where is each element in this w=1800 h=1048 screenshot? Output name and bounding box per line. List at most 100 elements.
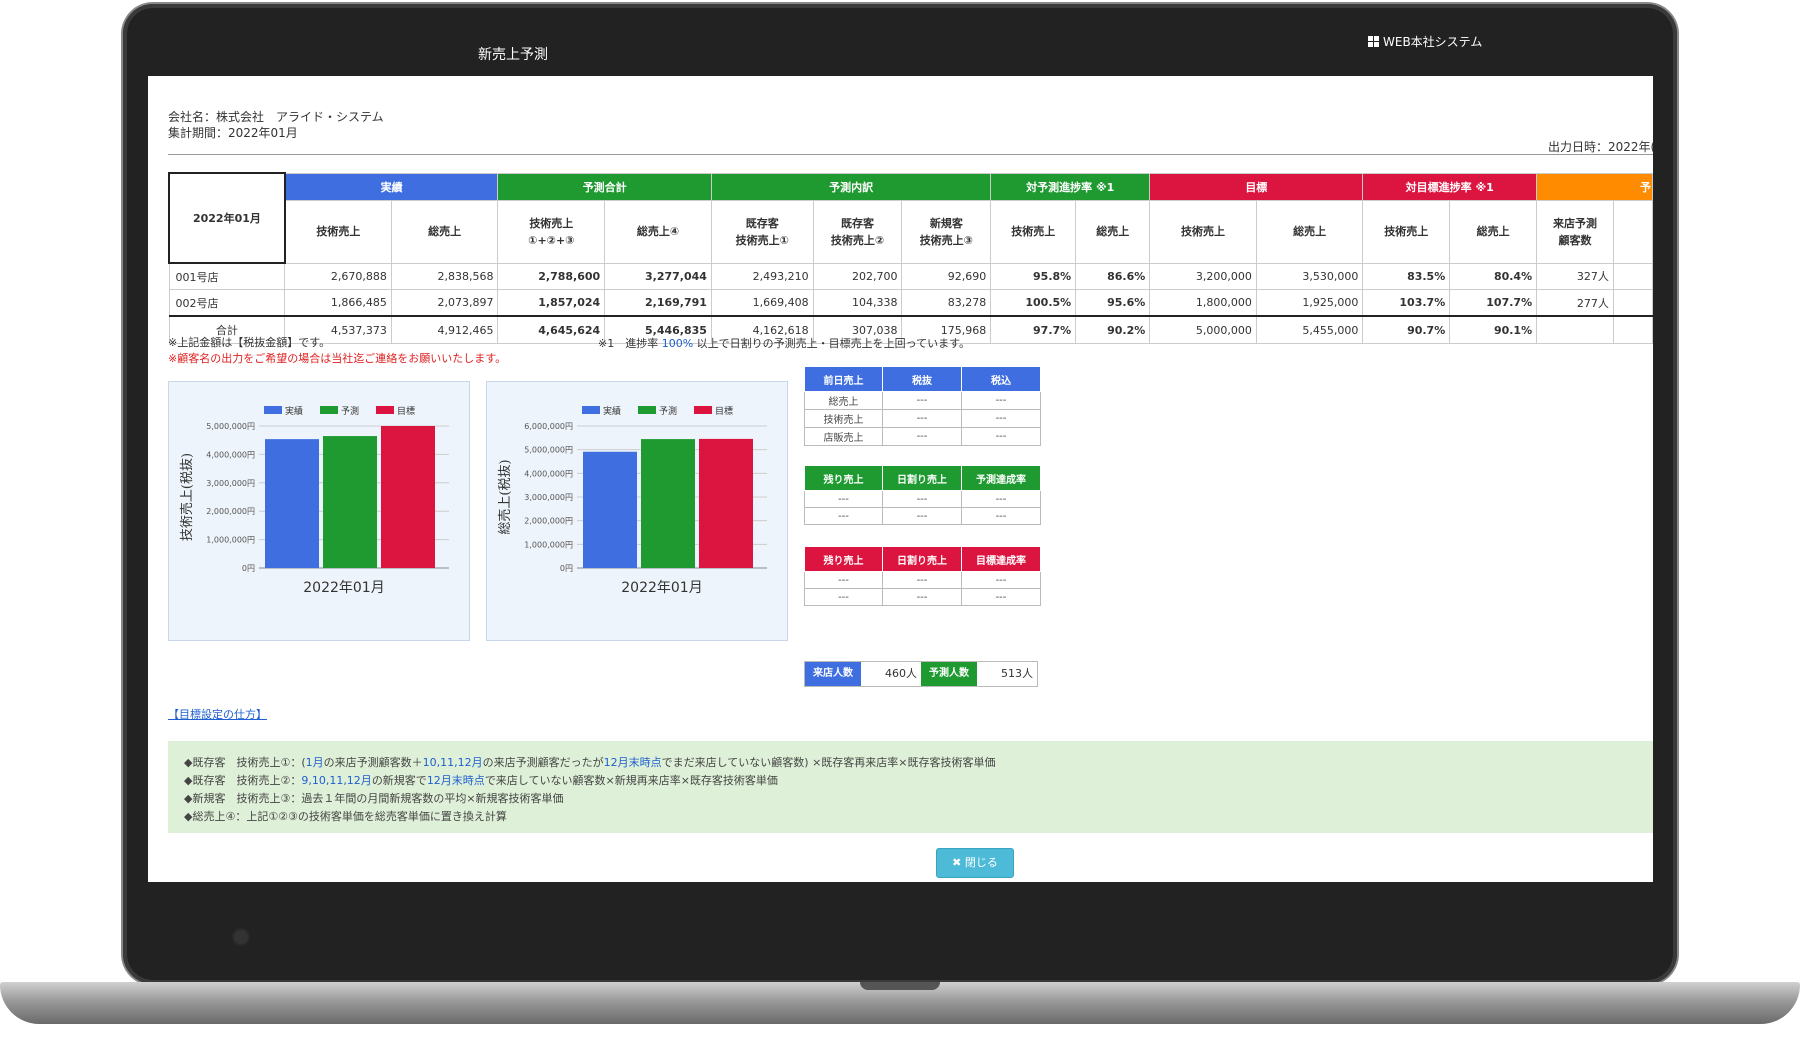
progress-note: ※1 進捗率 100% 以上で日割りの予測売上・目標売上を上回っています。: [598, 337, 971, 350]
period: 集計期間：2022年01月: [168, 126, 298, 140]
prev-day-sales-table: 前日売上 税抜 税込 総売上 --- --- 技術売上 --- --- 店販売上 --- ---: [804, 366, 1041, 446]
group-forecast-breakdown: 予測内訳: [710, 172, 992, 201]
y-tick-label: 4,000,000円: [206, 450, 255, 459]
legend-swatch: [264, 406, 282, 414]
legend-swatch: [376, 406, 394, 414]
x-category-label: 2022年01月: [621, 580, 702, 596]
page-title: 新売上予測: [478, 47, 548, 63]
visitor-count-box: 来店人数 460人 予測人数 513人: [804, 661, 1038, 687]
bar-実績: [583, 451, 637, 568]
col-fp-tech: 技術売上: [990, 199, 1077, 264]
y-tick-label: 0円: [560, 564, 573, 573]
forecast-table: 2022年01月 実績 予測合計 予測内訳 対予測進捗率 ※1 目標 対目標進捗…: [168, 172, 1653, 344]
webcam: [234, 930, 248, 944]
col-ex2: 既存客 技術売上②: [812, 199, 903, 264]
legend-label: 目標: [397, 405, 415, 417]
sub-header-row: 技術売上 総売上 技術売上 ①+②+③ 総売上④ 既存客 技術売上① 既存客 技術売上…: [169, 199, 1653, 264]
group-actual: 実績: [284, 172, 499, 201]
col-actual-tech: 技術売上: [284, 199, 392, 264]
y-tick-label: 5,000,000円: [524, 446, 573, 455]
table-row: 店販売上 --- ---: [804, 427, 1041, 446]
explain-line-1: ◆既存客 技術売上①：(1月の来店予測顧客数＋10,11,12月の来店予測顧客だ…: [184, 756, 996, 769]
col-fc-total: 総売上④: [604, 199, 712, 264]
legend-label: 目標: [715, 405, 733, 417]
col-new: 新規客 技術売上③: [901, 199, 992, 264]
explanation-box: ◆既存客 技術売上①：(1月の来店予測顧客数＋10,11,12月の来店予測顧客だ…: [168, 741, 1653, 833]
grid-icon: [1368, 36, 1379, 47]
tech-sales-chart: 実績 予測 目標 0円 1,000,000円 2,000,000円 3,000,000円 4,…: [168, 381, 470, 641]
y-tick-label: 1,000,000円: [524, 540, 573, 549]
col-tg-tech: 技術売上: [1149, 199, 1257, 264]
table-row: 001号店 2,670,888 2,838,568 2,788,600 3,277,…: [168, 262, 1653, 290]
y-tick-label: 0円: [242, 564, 255, 573]
period-corner: 2022年01月: [168, 172, 286, 264]
table-row: 技術売上 --- ---: [804, 409, 1041, 428]
table-row: --- --- ---: [804, 571, 1041, 589]
table-row: 002号店 1,866,485 2,073,897 1,857,024 2,169,…: [168, 289, 1653, 317]
close-button[interactable]: ✖ 閉じる: [936, 848, 1014, 878]
bar-目標: [381, 426, 435, 568]
x-category-label: 2022年01月: [303, 580, 384, 596]
y-tick-label: 5,000,000円: [206, 422, 255, 431]
notes: ※上記金額は【税抜金額】です。 ※顧客名の出力をご希望の場合は当社迄ご連絡をお願…: [168, 335, 506, 367]
brand-link[interactable]: WEB本社システム: [1368, 33, 1482, 50]
col-actual-total: 総売上: [390, 199, 499, 264]
col-ex1: 既存客 技術売上①: [710, 199, 814, 264]
output-date: 出力日時：2022年(: [1548, 140, 1653, 154]
total-sales-chart: 実績 予測 目標 0円 1,000,000円 2,000,000円 3,000,000円 4,…: [486, 381, 788, 641]
table-row: --- --- ---: [804, 588, 1041, 606]
explain-line-3: ◆新規客 技術売上③：過去１年間の月間新規客数の平均×新規客技術客単価: [184, 792, 564, 805]
legend-label: 実績: [285, 405, 303, 417]
target-setting-link[interactable]: 【目標設定の仕方】: [168, 706, 267, 722]
y-tick-label: 2,000,000円: [206, 507, 255, 516]
report-content: 会社名：株式会社 アライド・システム 集計期間：2022年01月 出力日時：20…: [148, 76, 1653, 882]
bar-予測: [323, 436, 377, 568]
y-axis-label: 総売上(税抜): [497, 459, 513, 534]
bar-実績: [265, 439, 319, 568]
bar-目標: [699, 438, 753, 568]
remaining-forecast-table: 残り売上 日割り売上 予測達成率 --- --- --- --- --- ---: [804, 465, 1041, 525]
forecast-visit-label: 予測人数: [921, 662, 977, 686]
tax-note: ※上記金額は【税抜金額】です。: [168, 336, 331, 349]
table-row: --- --- ---: [804, 490, 1041, 508]
group-forecast-total: 予測合計: [497, 172, 712, 201]
group-cut: 予: [1536, 172, 1653, 201]
legend-label: 実績: [603, 405, 621, 417]
y-tick-label: 3,000,000円: [524, 493, 573, 502]
legend-swatch: [320, 406, 338, 414]
col-tp-total: 総売上: [1449, 199, 1538, 264]
group-target-progress: 対目標進捗率 ※1: [1362, 172, 1538, 201]
col-tg-total: 総売上: [1255, 199, 1364, 264]
customer-note: ※顧客名の出力をご希望の場合は当社迄ご連絡をお願いいたします。: [168, 352, 507, 365]
brand-label: WEB本社システム: [1383, 35, 1483, 49]
bar-予測: [641, 439, 695, 568]
visit-label: 来店人数: [805, 662, 861, 686]
legend-label: 予測: [659, 405, 677, 417]
forecast-visit-value: 513人: [1001, 667, 1033, 680]
y-tick-label: 1,000,000円: [206, 536, 255, 545]
legend-label: 予測: [341, 405, 359, 417]
laptop-notch: [860, 982, 940, 990]
y-tick-label: 2,000,000円: [524, 517, 573, 526]
table-row: --- --- ---: [804, 507, 1041, 525]
visit-value: 460人: [885, 667, 917, 680]
col-tp-tech: 技術売上: [1362, 199, 1451, 264]
legend-swatch: [638, 406, 656, 414]
group-header-row: 2022年01月 実績 予測合計 予測内訳 対予測進捗率 ※1 目標 対目標進捗…: [168, 172, 1653, 264]
y-tick-label: 6,000,000円: [524, 422, 573, 431]
group-forecast-progress: 対予測進捗率 ※1: [990, 172, 1151, 201]
explain-line-2: ◆既存客 技術売上②：9,10,11,12月の新規客で12月末時点で来店していな…: [184, 774, 778, 787]
forecast-table-wrap: 2022年01月 実績 予測合計 予測内訳 対予測進捗率 ※1 目標 対目標進捗…: [168, 172, 1653, 344]
group-target: 目標: [1149, 172, 1364, 201]
divider: [168, 154, 1653, 155]
legend-swatch: [582, 406, 600, 414]
explain-line-4: ◆総売上④：上記①②③の技術客単価を総売客単価に置き換え計算: [184, 810, 507, 823]
col-fp-total: 総売上: [1075, 199, 1151, 264]
y-tick-label: 3,000,000円: [206, 479, 255, 488]
y-axis-label: 技術売上(税抜): [179, 453, 195, 541]
col-visit: 来店予測 顧客数: [1536, 199, 1614, 264]
company-name: 会社名：株式会社 アライド・システム: [168, 110, 384, 124]
remaining-target-table: 残り売上 日割り売上 目標達成率 --- --- --- --- --- ---: [804, 546, 1041, 606]
screen: 新売上予測 WEB本社システム 会社名：株式会社 アライド・システム 集計期間：…: [148, 32, 1653, 882]
title-bar: 新売上予測 WEB本社システム: [148, 32, 1653, 76]
